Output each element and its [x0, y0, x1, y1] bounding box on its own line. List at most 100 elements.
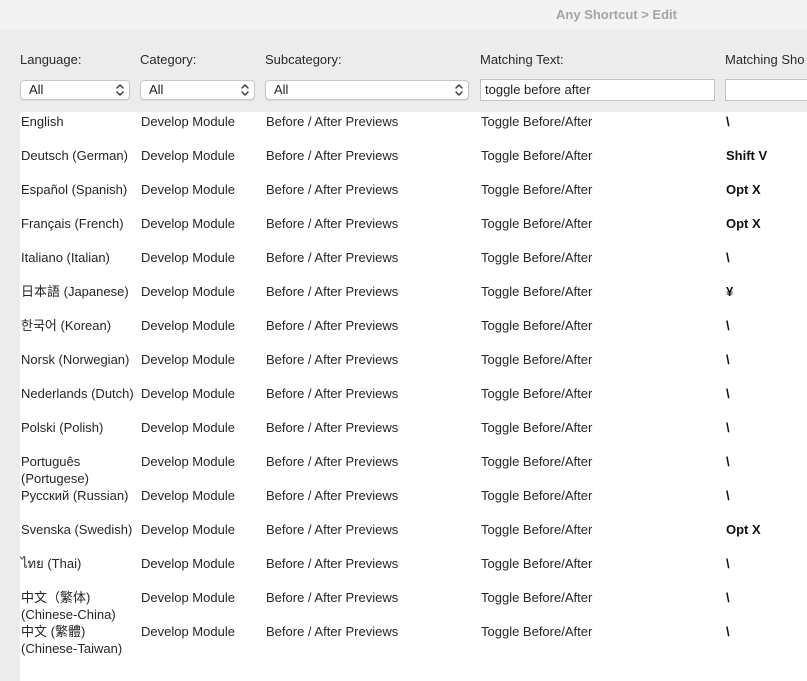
subcategory-cell: Before / After Previews: [266, 624, 399, 639]
matching-shortcut-input[interactable]: [725, 79, 807, 101]
subcategory-select-value: All: [274, 82, 289, 97]
table-row[interactable]: Svenska (Swedish) Develop Module Before …: [20, 520, 807, 554]
table-row[interactable]: 中文 (繁體) (Chinese-Taiwan) Develop Module …: [20, 622, 807, 656]
category-cell: Develop Module: [141, 386, 235, 401]
table-row[interactable]: Polski (Polish) Develop Module Before / …: [20, 418, 807, 452]
results-list: English Develop Module Before / After Pr…: [20, 112, 807, 681]
category-cell: Develop Module: [141, 148, 235, 163]
language-cell: English: [21, 114, 64, 129]
shortcut-cell: Shift V: [726, 148, 768, 163]
subcategory-cell: Before / After Previews: [266, 522, 399, 537]
text-cell: Toggle Before/After: [481, 556, 593, 571]
text-cell: Toggle Before/After: [481, 114, 593, 129]
matching-text-label: Matching Text:: [480, 52, 564, 67]
table-row[interactable]: Русский (Russian) Develop Module Before …: [20, 486, 807, 520]
text-cell: Toggle Before/After: [481, 488, 593, 503]
text-cell: Toggle Before/After: [481, 148, 593, 163]
subcategory-cell: Before / After Previews: [266, 216, 399, 231]
subcategory-cell: Before / After Previews: [266, 420, 399, 435]
category-cell: Develop Module: [141, 624, 235, 639]
language-cell: 中文 (繁體) (Chinese-Taiwan): [21, 624, 123, 656]
language-select[interactable]: All: [20, 80, 130, 100]
subcategory-cell: Before / After Previews: [266, 148, 399, 163]
text-cell: Toggle Before/After: [481, 590, 593, 605]
shortcut-cell: \: [726, 488, 730, 503]
shortcut-cell: \: [726, 250, 730, 265]
table-row[interactable]: Nederlands (Dutch) Develop Module Before…: [20, 384, 807, 418]
text-cell: Toggle Before/After: [481, 250, 593, 265]
language-cell: 한국어 (Korean): [21, 318, 112, 333]
category-cell: Develop Module: [141, 352, 235, 367]
language-cell: Português (Portugese): [21, 454, 89, 486]
subcategory-cell: Before / After Previews: [266, 488, 399, 503]
matching-shortcut-label: Matching Sho: [725, 52, 805, 67]
category-cell: Develop Module: [141, 216, 235, 231]
text-cell: Toggle Before/After: [481, 216, 593, 231]
category-cell: Develop Module: [141, 420, 235, 435]
subcategory-cell: Before / After Previews: [266, 556, 399, 571]
category-cell: Develop Module: [141, 556, 235, 571]
shortcut-cell: ¥: [726, 284, 734, 299]
matching-text-input[interactable]: toggle before after: [480, 79, 715, 101]
text-cell: Toggle Before/After: [481, 386, 593, 401]
shortcut-cell: Opt X: [726, 182, 761, 197]
table-row[interactable]: Italiano (Italian) Develop Module Before…: [20, 248, 807, 282]
category-cell: Develop Module: [141, 114, 235, 129]
shortcut-cell: \: [726, 590, 730, 605]
subcategory-select[interactable]: All: [265, 80, 469, 100]
text-cell: Toggle Before/After: [481, 318, 593, 333]
category-cell: Develop Module: [141, 590, 235, 605]
shortcut-cell: \: [726, 454, 730, 469]
language-cell: Deutsch (German): [21, 148, 128, 163]
shortcut-cell: Opt X: [726, 522, 761, 537]
language-cell: 日本語 (Japanese): [21, 284, 129, 299]
language-cell: Svenska (Swedish): [21, 522, 133, 537]
category-cell: Develop Module: [141, 318, 235, 333]
category-select[interactable]: All: [140, 80, 255, 100]
shortcut-cell: \: [726, 114, 730, 129]
shortcut-cell: \: [726, 420, 730, 435]
table-row[interactable]: Deutsch (German) Develop Module Before /…: [20, 146, 807, 180]
table-row[interactable]: Português (Portugese) Develop Module Bef…: [20, 452, 807, 486]
chevron-up-down-icon: [116, 84, 124, 96]
subcategory-cell: Before / After Previews: [266, 454, 399, 469]
subcategory-cell: Before / After Previews: [266, 284, 399, 299]
language-cell: Polski (Polish): [21, 420, 104, 435]
shortcut-cell: \: [726, 556, 730, 571]
text-cell: Toggle Before/After: [481, 454, 593, 469]
text-cell: Toggle Before/After: [481, 522, 593, 537]
language-cell: Nederlands (Dutch): [21, 386, 134, 401]
category-cell: Develop Module: [141, 522, 235, 537]
language-cell: ไทย (Thai): [21, 556, 82, 571]
subcategory-cell: Before / After Previews: [266, 250, 399, 265]
shortcut-cell: \: [726, 386, 730, 401]
category-cell: Develop Module: [141, 250, 235, 265]
table-row[interactable]: Norsk (Norwegian) Develop Module Before …: [20, 350, 807, 384]
table-row[interactable]: 中文（繁体) (Chinese-China) Develop Module Be…: [20, 588, 807, 622]
language-label: Language:: [20, 52, 82, 67]
shortcut-cell: \: [726, 318, 730, 333]
text-cell: Toggle Before/After: [481, 284, 593, 299]
table-row[interactable]: ไทย (Thai) Develop Module Before / After…: [20, 554, 807, 588]
table-row[interactable]: Español (Spanish) Develop Module Before …: [20, 180, 807, 214]
text-cell: Toggle Before/After: [481, 624, 593, 639]
chevron-up-down-icon: [241, 84, 249, 96]
text-cell: Toggle Before/After: [481, 352, 593, 367]
language-cell: Norsk (Norwegian): [21, 352, 130, 367]
window-titlebar: Any Shortcut > Edit: [0, 0, 807, 31]
filter-header: Language: Category: Subcategory: Matchin…: [0, 30, 807, 112]
shortcut-cell: \: [726, 352, 730, 367]
language-cell: Español (Spanish): [21, 182, 128, 197]
table-row[interactable]: 한국어 (Korean) Develop Module Before / Aft…: [20, 316, 807, 350]
category-cell: Develop Module: [141, 454, 235, 469]
text-cell: Toggle Before/After: [481, 182, 593, 197]
shortcut-cell: Opt X: [726, 216, 761, 231]
table-row[interactable]: English Develop Module Before / After Pr…: [20, 112, 807, 146]
subcategory-cell: Before / After Previews: [266, 352, 399, 367]
window-title: Any Shortcut > Edit: [556, 7, 677, 22]
chevron-up-down-icon: [455, 84, 463, 96]
category-select-value: All: [149, 82, 164, 97]
table-row[interactable]: 日本語 (Japanese) Develop Module Before / A…: [20, 282, 807, 316]
table-row[interactable]: Français (French) Develop Module Before …: [20, 214, 807, 248]
subcategory-cell: Before / After Previews: [266, 114, 399, 129]
